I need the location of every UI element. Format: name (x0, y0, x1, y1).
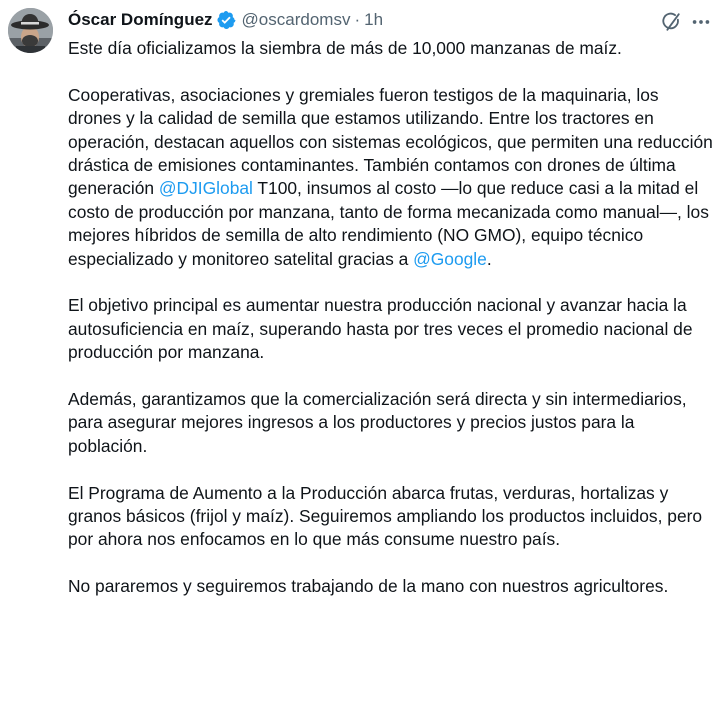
more-horizontal-icon[interactable] (688, 9, 714, 35)
paragraph-1: Este día oficializamos la siembra de más… (68, 38, 622, 58)
verified-badge-icon[interactable] (216, 10, 236, 30)
paragraph-6: No pararemos y seguiremos trabajando de … (68, 576, 669, 597)
paragraph-5: El Programa de Aumento a la Producción a… (68, 482, 703, 550)
paragraph-2-text-c: . (486, 248, 492, 269)
avatar-photo (8, 8, 53, 53)
avatar[interactable] (8, 8, 53, 53)
paragraph-4: Además, garantizamos que la comercializa… (68, 389, 687, 456)
timestamp[interactable]: 1h (364, 8, 383, 32)
tweet-card[interactable]: Óscar Domínguez @oscardomsv · 1h Este dí… (0, 0, 720, 722)
tweet-text: Este día oficializamos la siembra de más… (68, 37, 716, 622)
grok-icon[interactable] (658, 9, 684, 35)
separator-dot: · (354, 10, 361, 29)
author-name[interactable]: Óscar Domínguez (68, 8, 213, 32)
tweet-header: Óscar Domínguez @oscardomsv · 1h (68, 8, 383, 32)
paragraph-3: El objetivo principal es aumentar nuestr… (68, 295, 693, 363)
mention-google-link[interactable]: @Google (413, 249, 487, 269)
author-handle[interactable]: @oscardomsv (242, 8, 351, 32)
mention-djiglobal-link[interactable]: @DJIGlobal (159, 178, 253, 198)
paragraph-2: Cooperativas, asociaciones y gremiales f… (68, 84, 716, 271)
